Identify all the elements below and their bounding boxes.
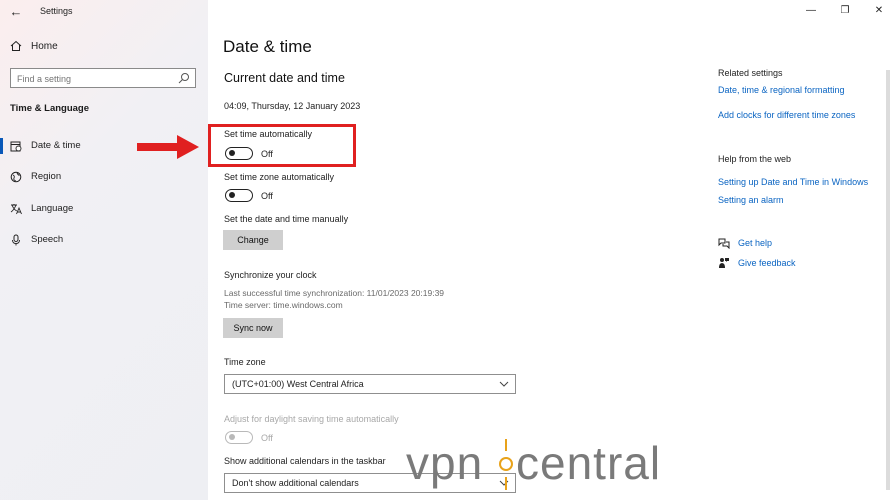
calendar-clock-icon bbox=[10, 141, 22, 152]
home-label: Home bbox=[31, 40, 58, 52]
search-icon[interactable] bbox=[178, 72, 190, 84]
give-feedback-link[interactable]: Give feedback bbox=[738, 258, 796, 268]
sidebar-item-region[interactable]: Region bbox=[0, 166, 208, 188]
calendars-value: Don't show additional calendars bbox=[232, 478, 359, 488]
daylight-state: Off bbox=[261, 433, 273, 443]
scrollbar[interactable] bbox=[886, 70, 890, 490]
timezone-dropdown[interactable]: (UTC+01:00) West Central Africa bbox=[224, 374, 516, 394]
help-link-setup[interactable]: Setting up Date and Time in Windows bbox=[718, 177, 868, 187]
app-title: Settings bbox=[40, 6, 73, 16]
timezone-value: (UTC+01:00) West Central Africa bbox=[232, 379, 364, 389]
set-time-auto-toggle[interactable] bbox=[225, 147, 253, 160]
manual-datetime-label: Set the date and time manually bbox=[224, 214, 349, 224]
watermark-text-right: central bbox=[516, 437, 661, 489]
chevron-down-icon bbox=[499, 381, 509, 387]
toggle-knob bbox=[229, 434, 235, 441]
get-help-link[interactable]: Get help bbox=[738, 238, 772, 248]
feedback-icon bbox=[719, 258, 729, 268]
sidebar-item-speech[interactable]: Speech bbox=[0, 229, 208, 251]
search-input[interactable] bbox=[11, 70, 161, 88]
related-link-add-clocks[interactable]: Add clocks for different time zones bbox=[718, 110, 855, 120]
search-box[interactable] bbox=[10, 68, 196, 88]
sync-now-button[interactable]: Sync now bbox=[223, 318, 283, 338]
set-timezone-auto-state: Off bbox=[261, 191, 273, 201]
related-link-formatting[interactable]: Date, time & regional formatting bbox=[718, 85, 845, 95]
current-datetime: 04:09, Thursday, 12 January 2023 bbox=[224, 101, 361, 111]
watermark-text-left: vpn bbox=[406, 437, 483, 489]
title-bar: ← Settings bbox=[0, 0, 208, 24]
sidebar-item-label: Speech bbox=[31, 234, 64, 245]
microphone-icon bbox=[12, 234, 20, 246]
set-timezone-auto-label: Set time zone automatically bbox=[224, 172, 335, 182]
change-button[interactable]: Change bbox=[223, 230, 283, 250]
toggle-knob bbox=[229, 192, 235, 199]
daylight-toggle[interactable] bbox=[225, 431, 253, 444]
sidebar-item-language[interactable]: Language bbox=[0, 198, 208, 220]
last-sync-text: Last successful time synchronization: 11… bbox=[224, 288, 445, 298]
back-arrow-icon[interactable]: ← bbox=[8, 4, 24, 20]
daylight-label: Adjust for daylight saving time automati… bbox=[224, 414, 399, 424]
section-title: Current date and time bbox=[224, 71, 345, 85]
sidebar-section-title: Time & Language bbox=[10, 103, 90, 114]
sidebar-item-label: Region bbox=[31, 171, 62, 182]
help-title: Help from the web bbox=[718, 154, 792, 164]
sync-title: Synchronize your clock bbox=[224, 270, 317, 280]
sidebar: ← Settings Home Time & Language Date & t… bbox=[0, 0, 208, 500]
related-settings-title: Related settings bbox=[718, 68, 783, 78]
vpncentral-watermark-logo: vpn central bbox=[406, 437, 661, 490]
page-title: Date & time bbox=[223, 37, 312, 56]
close-button[interactable]: ✕ bbox=[872, 5, 886, 17]
settings-window: ← Settings Home Time & Language Date & t… bbox=[0, 0, 890, 500]
globe-icon bbox=[10, 171, 22, 183]
timezone-label: Time zone bbox=[224, 357, 266, 367]
restore-button[interactable]: ❐ bbox=[838, 5, 852, 17]
help-link-alarm[interactable]: Setting an alarm bbox=[718, 195, 784, 205]
language-icon bbox=[10, 204, 22, 215]
calendars-label: Show additional calendars in the taskbar bbox=[224, 456, 386, 466]
home-link[interactable]: Home bbox=[10, 40, 58, 52]
minimize-button[interactable]: — bbox=[804, 5, 818, 17]
home-icon bbox=[10, 40, 22, 51]
sidebar-item-label: Date & time bbox=[31, 140, 81, 151]
sidebar-item-label: Language bbox=[31, 203, 74, 214]
time-server-text: Time server: time.windows.com bbox=[224, 300, 343, 310]
red-arrow-icon bbox=[137, 135, 199, 159]
set-time-auto-label: Set time automatically bbox=[224, 129, 313, 139]
chat-help-icon bbox=[718, 238, 730, 249]
set-timezone-auto-toggle[interactable] bbox=[225, 189, 253, 202]
toggle-knob bbox=[229, 150, 235, 157]
set-time-auto-state: Off bbox=[261, 149, 273, 159]
main-content: Date & time Current date and time 04:09,… bbox=[208, 0, 890, 500]
